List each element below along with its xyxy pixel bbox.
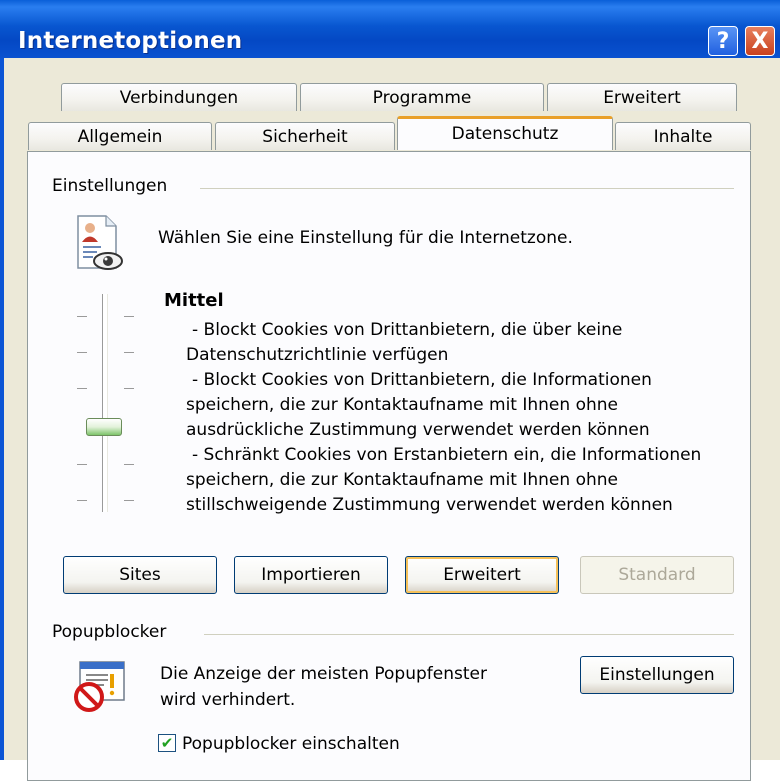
popup-divider: [204, 634, 734, 635]
help-icon: ?: [716, 28, 730, 54]
privacy-level-description: - Blockt Cookies von Drittanbietern, die…: [186, 318, 701, 518]
popup-text-line1: Die Anzeige der meisten Popupfenster: [160, 664, 487, 684]
close-button[interactable]: X: [745, 26, 775, 56]
settings-intro: Wählen Sie eine Einstellung für die Inte…: [158, 228, 573, 248]
slider-tick: [124, 316, 134, 317]
popup-text-line2: wird verhindert.: [160, 690, 296, 710]
tab-datenschutz[interactable]: Datenschutz: [397, 116, 613, 150]
close-icon: X: [751, 28, 769, 54]
description-line: - Schränkt Cookies von Erstanbietern ein…: [192, 445, 702, 465]
popup-blocked-icon: [72, 660, 128, 714]
description-line: stillschweigende Zustimmung verwendet we…: [186, 495, 673, 515]
import-button[interactable]: Importieren: [234, 556, 388, 594]
sites-button[interactable]: Sites: [63, 556, 217, 594]
slider-tick: [77, 464, 87, 465]
popup-blocker-checkbox[interactable]: ✔: [158, 734, 176, 752]
slider-tick: [124, 464, 134, 465]
description-line: - Blockt Cookies von Drittanbietern, die…: [192, 370, 652, 390]
settings-divider: [200, 188, 734, 189]
slider-tick: [124, 352, 134, 353]
checkmark-icon: ✔: [160, 734, 174, 752]
slider-tick: [124, 388, 134, 389]
tab-verbindungen[interactable]: Verbindungen: [61, 83, 297, 111]
popup-settings-button[interactable]: Einstellungen: [580, 656, 734, 694]
tab-inhalte[interactable]: Inhalte: [615, 122, 751, 150]
window-title: Internetoptionen: [18, 28, 243, 54]
default-button[interactable]: Standard: [580, 556, 734, 594]
title-bar: Internetoptionen ? X: [0, 0, 780, 59]
slider-tick: [77, 352, 87, 353]
privacy-document-eye-icon: [74, 214, 126, 272]
slider-tick: [77, 316, 87, 317]
popup-group-label: Popupblocker: [52, 622, 167, 642]
description-line: ausdrückliche Zustimmung verwendet werde…: [186, 420, 650, 440]
description-line: speichern, die zur Kontaktaufname mit Ih…: [186, 395, 618, 415]
privacy-level-title: Mittel: [164, 290, 224, 311]
description-line: speichern, die zur Kontaktaufname mit Ih…: [186, 470, 618, 490]
tab-programme[interactable]: Programme: [300, 83, 544, 111]
slider-tick: [77, 388, 87, 389]
slider-tick: [124, 500, 134, 501]
description-line: Datenschutzrichtlinie verfügen: [186, 345, 449, 365]
slider-track[interactable]: [102, 294, 108, 512]
tab-sicherheit[interactable]: Sicherheit: [215, 122, 395, 150]
popup-checkbox-label[interactable]: Popupblocker einschalten: [182, 734, 400, 754]
slider-tick: [77, 500, 87, 501]
tab-erweitert[interactable]: Erweitert: [547, 83, 737, 111]
advanced-button[interactable]: Erweitert: [405, 556, 559, 594]
description-line: - Blockt Cookies von Drittanbietern, die…: [192, 320, 623, 340]
slider-thumb[interactable]: [86, 418, 122, 436]
tab-allgemein[interactable]: Allgemein: [28, 122, 212, 150]
settings-group-label: Einstellungen: [52, 176, 168, 196]
help-button[interactable]: ?: [708, 26, 738, 56]
